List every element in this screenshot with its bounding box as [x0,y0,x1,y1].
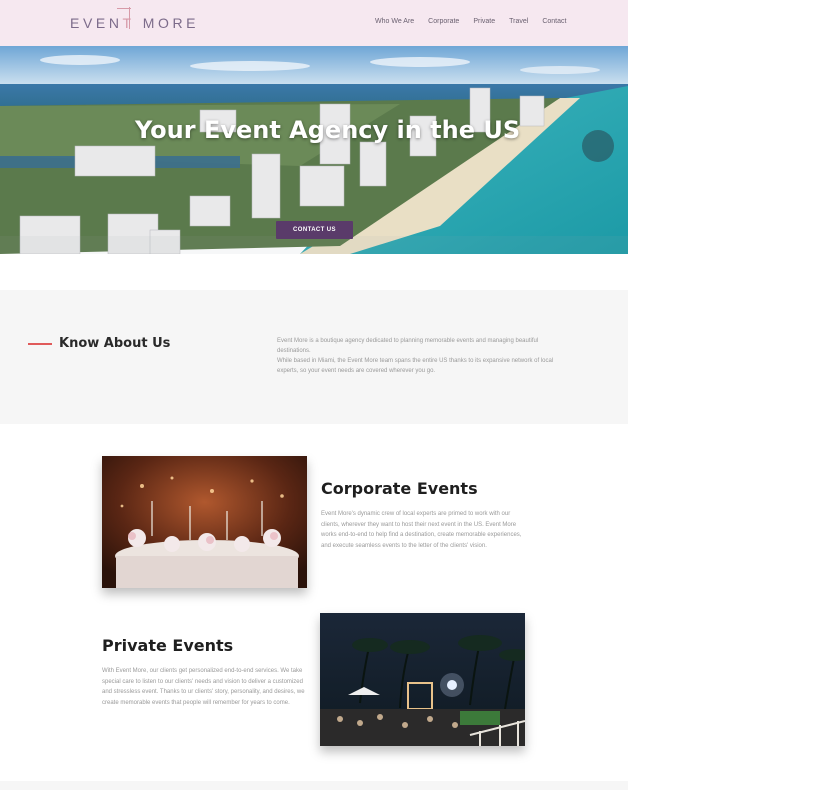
private-event-photo [320,613,525,746]
corporate-event-photo [102,456,307,588]
chevron-right-icon [582,130,628,254]
nav-contact[interactable]: Contact [542,18,566,25]
contact-us-button[interactable]: CONTACT US [276,221,353,239]
logo-text-right: MORE [142,15,200,31]
site-header: EVENT MORE Who We Are Corporate Private T… [0,0,628,46]
logo-t-mark: T [116,7,135,31]
corporate-events-title: Corporate Events [321,479,478,498]
next-slide-button[interactable] [582,130,614,162]
footer-band [0,781,628,790]
nav-who-we-are[interactable]: Who We Are [375,18,414,25]
about-paragraph-2: While based in Miami, the Event More tea… [277,358,554,374]
nav-travel[interactable]: Travel [509,18,528,25]
about-text: Event More is a boutique agency dedicate… [277,336,567,376]
brand-logo[interactable]: EVENT MORE [70,7,200,33]
hero-banner: Your Event Agency in the US CONTACT US [0,46,628,254]
nav-private[interactable]: Private [473,18,495,25]
private-events-text: With Event More, our clients get persona… [102,668,305,706]
page: EVENT MORE Who We Are Corporate Private T… [0,0,628,790]
logo-text-left: EVEN [70,15,123,31]
corporate-events-text: Event More's dynamic crew of local exper… [321,511,522,549]
private-events-title: Private Events [102,636,234,655]
accent-line [28,343,52,345]
main-nav: Who We Are Corporate Private Travel Cont… [375,18,566,25]
about-paragraph-1: Event More is a boutique agency dedicate… [277,338,539,354]
nav-corporate[interactable]: Corporate [428,18,459,25]
about-section: Know About Us Event More is a boutique a… [0,290,628,424]
hero-title: Your Event Agency in the US [135,116,521,144]
about-heading: Know About Us [59,336,171,351]
